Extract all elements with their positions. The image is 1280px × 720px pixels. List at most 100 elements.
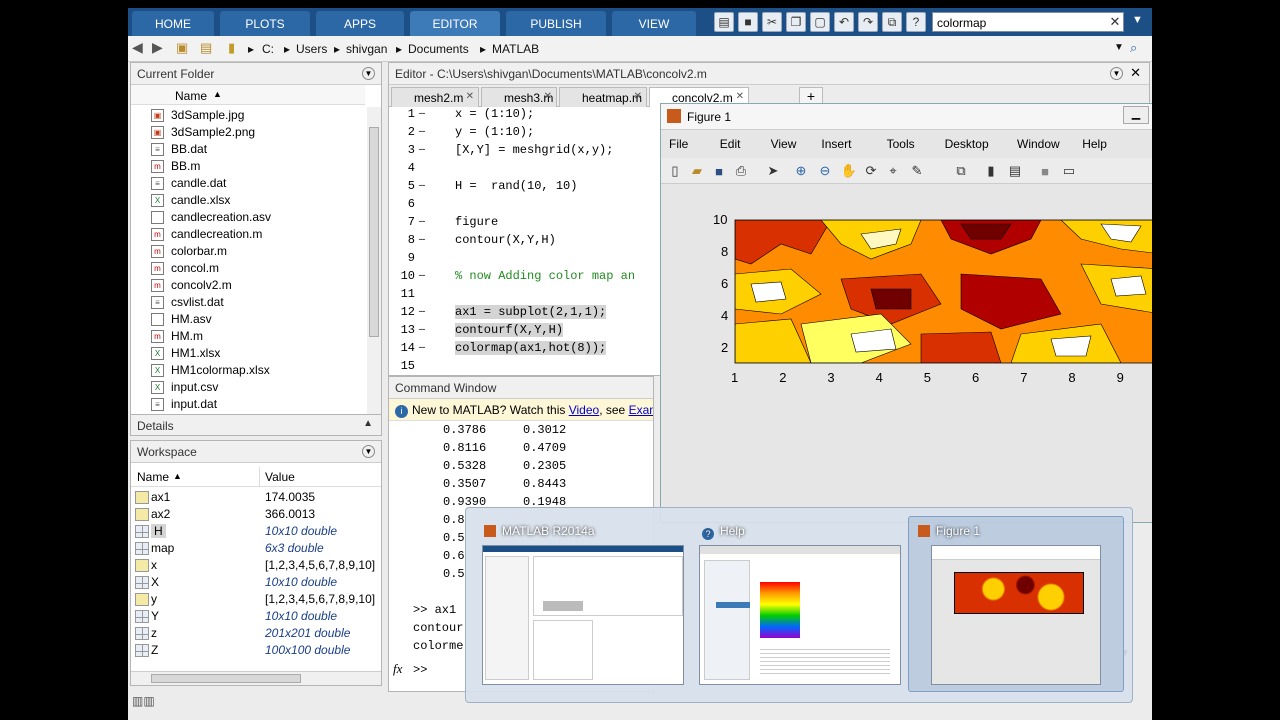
tab-publish[interactable]: PUBLISH [506, 11, 606, 36]
document-icon[interactable]: ▤ [714, 12, 734, 32]
new-figure-icon[interactable]: ▯ [665, 161, 685, 181]
path-dropdown-icon[interactable]: ▼ [1114, 42, 1124, 53]
panel-actions-icon[interactable]: ▼ [362, 67, 375, 80]
close-tab-icon[interactable]: ✕ [736, 91, 744, 102]
file-row[interactable]: candlecreation.asv [131, 209, 365, 226]
print-icon[interactable]: ⎙ [731, 161, 751, 181]
search-documentation-input[interactable]: colormap [932, 12, 1124, 32]
breakpoint-marker[interactable]: — [419, 271, 425, 282]
breakpoint-marker[interactable]: — [419, 127, 425, 138]
legend-icon[interactable]: ▤ [1005, 161, 1025, 181]
breadcrumb-user[interactable]: shivgan [346, 42, 387, 56]
editor-close-icon[interactable]: ✕ [1130, 65, 1141, 81]
up-folder-icon[interactable]: ▣ [176, 40, 188, 56]
file-row[interactable]: Xcandle.xlsx [131, 192, 365, 209]
pan-icon[interactable]: ✋ [839, 161, 859, 181]
workspace-actions-icon[interactable]: ▼ [362, 445, 375, 458]
breakpoint-marker[interactable]: — [419, 235, 425, 246]
breakpoint-marker[interactable]: — [419, 343, 425, 354]
workspace-row[interactable]: ax1 174.0035 [131, 489, 381, 506]
ribbon-collapse-icon[interactable]: ▼ [1132, 14, 1143, 26]
file-row[interactable]: m concolv2.m [131, 277, 365, 294]
switch-windows-icon[interactable]: ⧉ [882, 12, 902, 32]
figure-menu-file[interactable]: File [669, 137, 688, 151]
hide-tools-icon[interactable]: ■ [1035, 161, 1055, 181]
clear-search-icon[interactable]: ✕ [1106, 12, 1124, 32]
breadcrumb-matlab[interactable]: MATLAB [492, 42, 539, 56]
breakpoint-marker[interactable]: — [419, 109, 425, 120]
workspace-row[interactable]: y [1,2,3,4,5,6,7,8,9,10] [131, 591, 381, 608]
workspace-row[interactable]: X 10x10 double [131, 574, 381, 591]
contour-plot[interactable]: 10 8 6 4 2 1 2 3 4 5 6 7 8 9 [661, 184, 1152, 384]
breakpoint-marker[interactable]: — [419, 217, 425, 228]
file-row[interactable]: HM.asv [131, 311, 365, 328]
back-arrow-icon[interactable]: ◀ [132, 39, 143, 56]
undo-icon[interactable]: ↶ [834, 12, 854, 32]
function-fx-icon[interactable]: fx [393, 661, 402, 677]
file-row[interactable]: m concol.m [131, 260, 365, 277]
name-column-header[interactable]: Name [137, 470, 169, 484]
brush-icon[interactable]: ✎ [907, 161, 927, 181]
editor-tab[interactable]: heatmap.m ✕ [559, 87, 647, 107]
file-row[interactable]: X HM1colormap.xlsx [131, 362, 365, 379]
close-tab-icon[interactable]: ✕ [466, 91, 474, 102]
file-row[interactable]: ▣ 3dSample.jpg [131, 107, 365, 124]
tab-editor[interactable]: EDITOR [410, 11, 500, 36]
file-row[interactable]: ≡ csvlist.dat [131, 294, 365, 311]
zoom-out-icon[interactable]: ⊖ [815, 161, 835, 181]
file-row[interactable]: ▣ 3dSample2.png [131, 124, 365, 141]
pointer-icon[interactable]: ➤ [763, 161, 783, 181]
close-tab-icon[interactable]: ✕ [634, 91, 642, 102]
file-row[interactable]: m BB.m [131, 158, 365, 175]
minimize-button[interactable]: ▁ [1123, 106, 1149, 124]
expand-details-icon[interactable]: ▲ [363, 418, 373, 429]
save-icon[interactable]: ■ [738, 12, 758, 32]
file-row[interactable]: ≡ BB.dat [131, 141, 365, 158]
data-cursor-icon[interactable]: ⌖ [883, 161, 903, 181]
breakpoint-marker[interactable]: — [419, 181, 425, 192]
examples-link[interactable]: Exam [629, 403, 653, 417]
tab-plots[interactable]: PLOTS [220, 11, 310, 36]
help-icon[interactable]: ? [906, 12, 926, 32]
workspace-row[interactable]: x [1,2,3,4,5,6,7,8,9,10] [131, 557, 381, 574]
video-link[interactable]: Video [569, 403, 599, 417]
breakpoint-marker[interactable]: — [419, 145, 425, 156]
link-plot-icon[interactable]: ⧉ [951, 161, 971, 181]
colorbar-icon[interactable]: ▮ [981, 161, 1001, 181]
folder-column-header[interactable]: Name ▲ [131, 85, 365, 105]
workspace-row[interactable]: ax2 366.0013 [131, 506, 381, 523]
figure-menu-edit[interactable]: Edit [720, 137, 741, 151]
workspace-row[interactable]: z 201x201 double [131, 625, 381, 642]
tab-apps[interactable]: APPS [316, 11, 404, 36]
workspace-row[interactable]: Y 10x10 double [131, 608, 381, 625]
details-bar[interactable]: Details ▲ [130, 414, 382, 436]
switcher-thumb-matlab[interactable] [482, 545, 684, 685]
workspace-row[interactable]: Z 100x100 double [131, 642, 381, 659]
switcher-thumb-figure[interactable] [931, 545, 1101, 685]
search-icon[interactable]: ⌕ [1130, 40, 1137, 56]
figure-menu-desktop[interactable]: Desktop [945, 137, 989, 151]
folder-scrollbar[interactable] [367, 107, 381, 419]
breakpoint-marker[interactable]: — [419, 325, 425, 336]
file-row[interactable]: Xinput.csv [131, 379, 365, 396]
redo-icon[interactable]: ↷ [858, 12, 878, 32]
open-icon[interactable]: ▰ [687, 161, 707, 181]
tab-home[interactable]: HOME [132, 11, 214, 36]
file-row[interactable]: ≡ candle.dat [131, 175, 365, 192]
browse-folder-icon[interactable]: ▤ [200, 40, 212, 56]
tab-view[interactable]: VIEW [612, 11, 696, 36]
editor-tab[interactable]: mesh2.m ✕ [391, 87, 479, 107]
file-row[interactable]: m candlecreation.m [131, 226, 365, 243]
figure-menu-tools[interactable]: Tools [887, 137, 915, 151]
breadcrumb-users[interactable]: Users [296, 42, 327, 56]
breadcrumb-documents[interactable]: Documents [408, 42, 469, 56]
figure-menu-insert[interactable]: Insert [821, 137, 851, 151]
forward-arrow-icon[interactable]: ▶ [152, 39, 163, 56]
file-row[interactable]: ≡ input.dat [131, 396, 365, 413]
value-column-header[interactable]: Value [265, 470, 295, 484]
figure-menu-view[interactable]: View [771, 137, 797, 151]
close-tab-icon[interactable]: ✕ [544, 91, 552, 102]
file-row[interactable]: m colorbar.m [131, 243, 365, 260]
figure-menu-window[interactable]: Window [1017, 137, 1060, 151]
breakpoint-marker[interactable]: — [419, 307, 425, 318]
